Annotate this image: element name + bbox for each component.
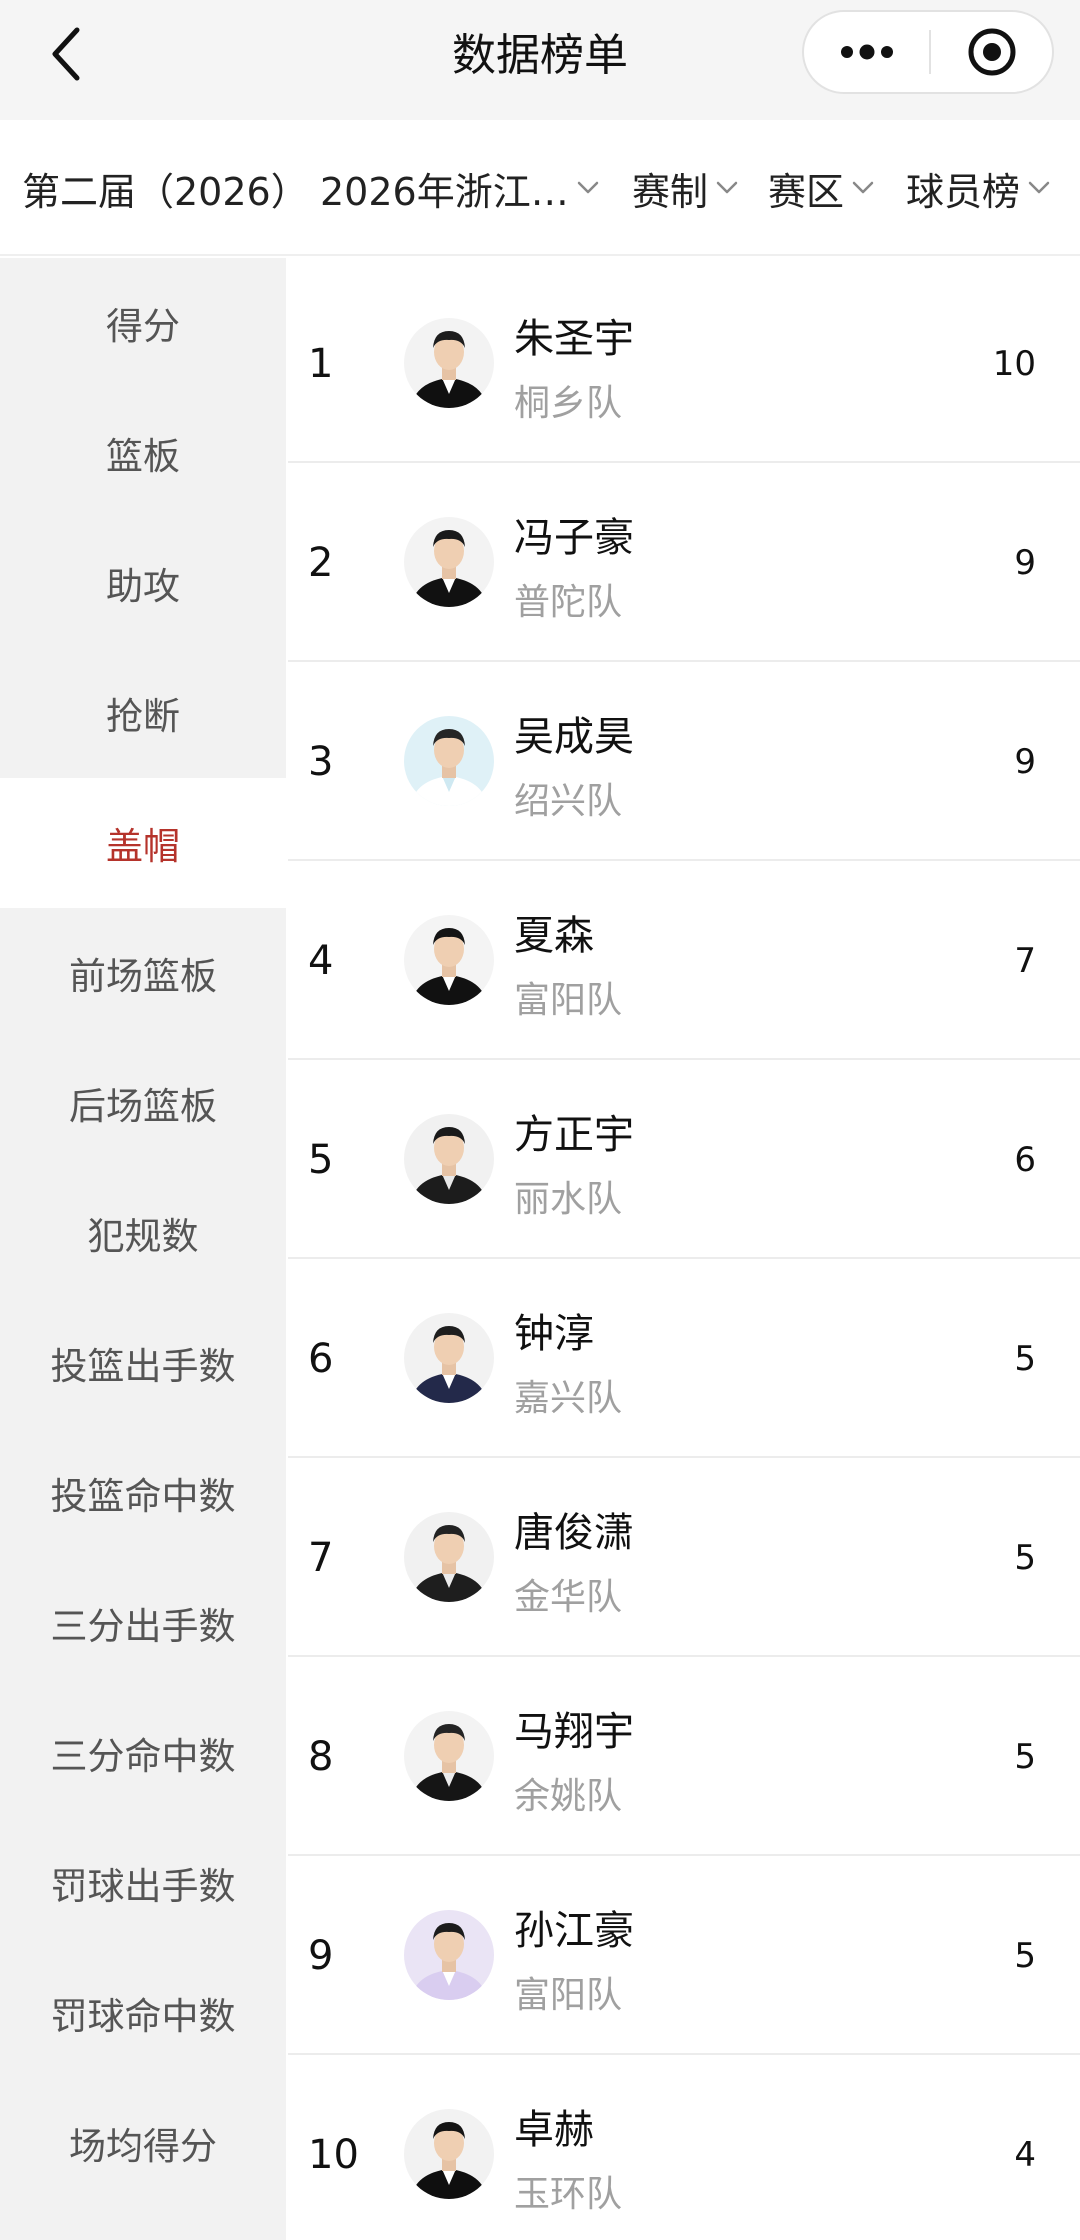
filter-season[interactable]: 第二届（2026） bbox=[22, 120, 309, 256]
player-name[interactable]: 唐俊潇 bbox=[514, 1500, 634, 1558]
player-name[interactable]: 方正宇 bbox=[514, 1102, 634, 1160]
filter-format-label: 赛制 bbox=[632, 169, 709, 214]
player-ranking-list: 1 朱圣宇桐乡队 10 2 冯子豪普陀队 9 3 吴成昊绍兴队 9 4 夏森富阳队 7 5 方正宇丽水队 6… bbox=[288, 264, 1080, 2240]
player-avatar bbox=[404, 318, 494, 408]
stat-value: 6 bbox=[1014, 1139, 1036, 1180]
player-avatar bbox=[404, 1711, 494, 1801]
player-avatar bbox=[404, 517, 494, 607]
more-dots-icon bbox=[840, 44, 893, 60]
player-rank: 7 bbox=[308, 1534, 334, 1581]
player-avatar bbox=[404, 2109, 494, 2199]
player-rank: 6 bbox=[308, 1335, 334, 1382]
stat-value: 9 bbox=[1014, 542, 1036, 583]
player-rank: 8 bbox=[308, 1733, 334, 1780]
sidebar-item-steals[interactable]: 抢断 bbox=[0, 648, 286, 778]
player-avatar bbox=[404, 1910, 494, 2000]
player-avatar bbox=[404, 1512, 494, 1602]
stat-value: 4 bbox=[1014, 2134, 1036, 2175]
sidebar-item-assists[interactable]: 助攻 bbox=[0, 518, 286, 648]
stat-category-sidebar: 得分 篮板 助攻 抢断 盖帽 前场篮板 后场篮板 犯规数 投篮出手数 投篮命中数… bbox=[0, 258, 286, 2240]
player-name[interactable]: 冯子豪 bbox=[514, 505, 634, 563]
table-row[interactable]: 4 夏森富阳队 7 bbox=[288, 861, 1080, 1060]
player-name[interactable]: 孙江豪 bbox=[514, 1898, 634, 1956]
chevron-down-icon bbox=[1028, 181, 1050, 195]
player-team: 丽水队 bbox=[514, 1179, 623, 1220]
mini-program-capsule bbox=[802, 10, 1054, 94]
table-row[interactable]: 8 马翔宇余姚队 5 bbox=[288, 1657, 1080, 1856]
player-team: 金华队 bbox=[514, 1577, 623, 1618]
player-team: 绍兴队 bbox=[514, 781, 623, 822]
sidebar-item-fg-attempts[interactable]: 投篮出手数 bbox=[0, 1298, 286, 1428]
player-name[interactable]: 卓赫 bbox=[514, 2097, 594, 2155]
player-team: 富阳队 bbox=[514, 980, 623, 1021]
sidebar-item-offensive-rebounds[interactable]: 前场篮板 bbox=[0, 908, 286, 1038]
filter-board-type[interactable]: 球员榜 bbox=[906, 120, 1050, 256]
stat-value: 7 bbox=[1014, 940, 1036, 981]
sidebar-item-ft-attempts[interactable]: 罚球出手数 bbox=[0, 1818, 286, 1948]
sidebar-item-3pt-attempts[interactable]: 三分出手数 bbox=[0, 1558, 286, 1688]
stat-value: 10 bbox=[992, 343, 1036, 384]
top-nav-bar: 数据榜单 bbox=[0, 0, 1080, 120]
filter-region-label: 赛区 bbox=[768, 169, 845, 214]
table-row[interactable]: 3 吴成昊绍兴队 9 bbox=[288, 662, 1080, 861]
table-row[interactable]: 2 冯子豪普陀队 9 bbox=[288, 463, 1080, 662]
table-row[interactable]: 5 方正宇丽水队 6 bbox=[288, 1060, 1080, 1259]
player-rank: 1 bbox=[308, 340, 334, 387]
player-team: 余姚队 bbox=[514, 1776, 623, 1817]
target-close-icon bbox=[968, 28, 1015, 76]
player-team: 玉环队 bbox=[514, 2174, 623, 2215]
sidebar-item-fg-made[interactable]: 投篮命中数 bbox=[0, 1428, 286, 1558]
sidebar-item-blocks[interactable]: 盖帽 bbox=[0, 778, 286, 908]
player-avatar bbox=[404, 716, 494, 806]
filter-format[interactable]: 赛制 bbox=[632, 120, 738, 256]
player-name[interactable]: 钟淳 bbox=[514, 1301, 594, 1359]
more-button[interactable] bbox=[804, 12, 929, 92]
filter-region[interactable]: 赛区 bbox=[768, 120, 874, 256]
player-name[interactable]: 马翔宇 bbox=[514, 1699, 634, 1757]
player-rank: 10 bbox=[308, 2131, 359, 2178]
sidebar-item-points[interactable]: 得分 bbox=[0, 258, 286, 388]
player-avatar bbox=[404, 1313, 494, 1403]
stat-value: 5 bbox=[1014, 1338, 1036, 1379]
player-rank: 4 bbox=[308, 937, 334, 984]
player-team: 嘉兴队 bbox=[514, 1378, 623, 1419]
chevron-down-icon bbox=[577, 181, 599, 195]
filter-event[interactable]: 2026年浙江… bbox=[320, 120, 599, 256]
sidebar-item-3pt-made[interactable]: 三分命中数 bbox=[0, 1688, 286, 1818]
table-row[interactable]: 10 卓赫玉环队 4 bbox=[288, 2055, 1080, 2240]
player-rank: 3 bbox=[308, 738, 334, 785]
player-rank: 9 bbox=[308, 1932, 334, 1979]
player-team: 富阳队 bbox=[514, 1975, 623, 2016]
stat-value: 9 bbox=[1014, 741, 1036, 782]
chevron-down-icon bbox=[852, 181, 874, 195]
player-rank: 5 bbox=[308, 1136, 334, 1183]
player-rank: 2 bbox=[308, 539, 334, 586]
stat-value: 5 bbox=[1014, 1537, 1036, 1578]
stat-value: 5 bbox=[1014, 1935, 1036, 1976]
sidebar-item-ppg[interactable]: 场均得分 bbox=[0, 2078, 286, 2208]
sidebar-item-fouls[interactable]: 犯规数 bbox=[0, 1168, 286, 1298]
player-avatar bbox=[404, 1114, 494, 1204]
player-name[interactable]: 吴成昊 bbox=[514, 704, 634, 762]
player-name[interactable]: 夏森 bbox=[514, 903, 594, 961]
filter-bar: 第二届（2026） 2026年浙江… 赛制 赛区 球员榜 bbox=[0, 120, 1080, 256]
player-team: 桐乡队 bbox=[514, 383, 623, 424]
player-name[interactable]: 朱圣宇 bbox=[514, 306, 634, 364]
table-row[interactable]: 1 朱圣宇桐乡队 10 bbox=[288, 264, 1080, 463]
player-avatar bbox=[404, 915, 494, 1005]
table-row[interactable]: 6 钟淳嘉兴队 5 bbox=[288, 1259, 1080, 1458]
player-team: 普陀队 bbox=[514, 582, 623, 623]
sidebar-item-ft-made[interactable]: 罚球命中数 bbox=[0, 1948, 286, 2078]
stat-value: 5 bbox=[1014, 1736, 1036, 1777]
filter-board-type-label: 球员榜 bbox=[906, 169, 1021, 214]
sidebar-item-rebounds[interactable]: 篮板 bbox=[0, 388, 286, 518]
filter-event-label: 2026年浙江… bbox=[320, 169, 569, 214]
table-row[interactable]: 7 唐俊潇金华队 5 bbox=[288, 1458, 1080, 1657]
filter-season-label: 第二届（2026） bbox=[22, 169, 309, 214]
table-row[interactable]: 9 孙江豪富阳队 5 bbox=[288, 1856, 1080, 2055]
close-button[interactable] bbox=[931, 12, 1052, 92]
sidebar-item-defensive-rebounds[interactable]: 后场篮板 bbox=[0, 1038, 286, 1168]
chevron-down-icon bbox=[716, 181, 738, 195]
